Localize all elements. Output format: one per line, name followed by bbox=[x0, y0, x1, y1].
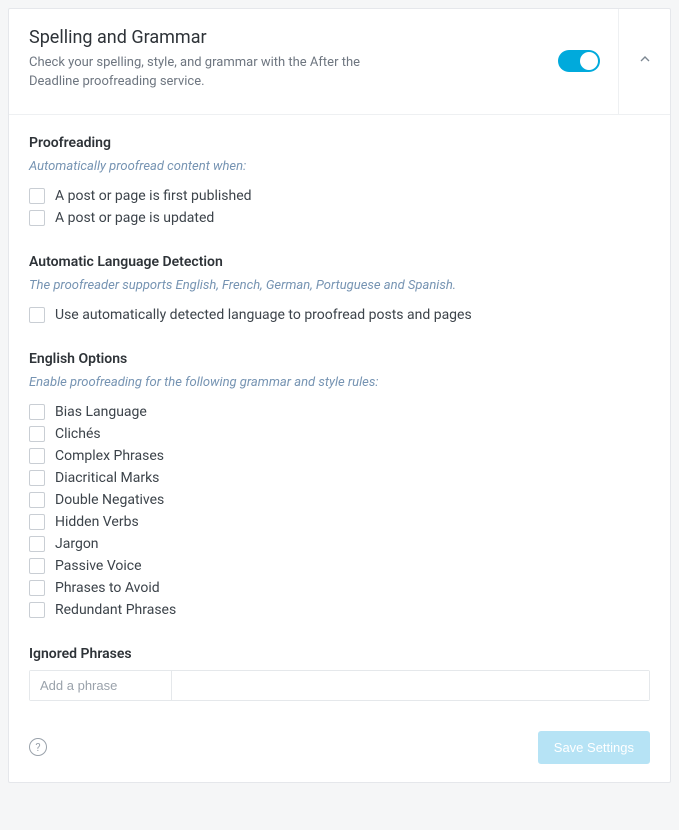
checkbox-icon bbox=[29, 188, 45, 204]
checkbox-icon bbox=[29, 536, 45, 552]
feature-toggle[interactable] bbox=[558, 50, 600, 72]
checkbox-label: A post or page is first published bbox=[55, 188, 252, 204]
checkbox-auto-detect-lang[interactable]: Use automatically detected language to p… bbox=[29, 307, 650, 323]
checkbox-post-updated[interactable]: A post or page is updated bbox=[29, 210, 650, 226]
checkbox-icon bbox=[29, 514, 45, 530]
checkbox-icon bbox=[29, 448, 45, 464]
settings-panel: Spelling and Grammar Check your spelling… bbox=[8, 8, 671, 783]
checkbox-label: Double Negatives bbox=[55, 492, 164, 508]
checkbox-icon bbox=[29, 580, 45, 596]
checkbox-icon bbox=[29, 492, 45, 508]
help-icon[interactable]: ? bbox=[29, 738, 47, 756]
checkbox-icon bbox=[29, 404, 45, 420]
checkbox-label: Use automatically detected language to p… bbox=[55, 307, 472, 323]
section-heading: Automatic Language Detection bbox=[29, 254, 650, 270]
panel-header-text: Spelling and Grammar Check your spelling… bbox=[9, 9, 540, 114]
feature-toggle-wrap bbox=[540, 9, 618, 114]
checkbox-passive-voice[interactable]: Passive Voice bbox=[29, 558, 650, 574]
checkbox-diacritical-marks[interactable]: Diacritical Marks bbox=[29, 470, 650, 486]
section-ignored-phrases: Ignored Phrases bbox=[29, 646, 650, 701]
checkbox-double-negatives[interactable]: Double Negatives bbox=[29, 492, 650, 508]
checkbox-label: Clichés bbox=[55, 426, 101, 442]
checkbox-icon bbox=[29, 602, 45, 618]
checkbox-label: A post or page is updated bbox=[55, 210, 214, 226]
ignored-phrase-row bbox=[29, 670, 650, 701]
checkbox-bias-language[interactable]: Bias Language bbox=[29, 404, 650, 420]
checkbox-complex-phrases[interactable]: Complex Phrases bbox=[29, 448, 650, 464]
chevron-up-icon bbox=[637, 51, 653, 71]
checkbox-cliches[interactable]: Clichés bbox=[29, 426, 650, 442]
checkbox-phrases-to-avoid[interactable]: Phrases to Avoid bbox=[29, 580, 650, 596]
checkbox-label: Diacritical Marks bbox=[55, 470, 159, 486]
checkbox-label: Phrases to Avoid bbox=[55, 580, 160, 596]
checkbox-post-published[interactable]: A post or page is first published bbox=[29, 188, 650, 204]
add-phrase-input[interactable] bbox=[30, 671, 172, 700]
ignored-phrase-list bbox=[172, 671, 649, 700]
checkbox-hidden-verbs[interactable]: Hidden Verbs bbox=[29, 514, 650, 530]
checkbox-label: Redundant Phrases bbox=[55, 602, 176, 618]
page-subtitle: Check your spelling, style, and grammar … bbox=[29, 54, 389, 92]
checkbox-label: Jargon bbox=[55, 536, 99, 552]
section-note: Automatically proofread content when: bbox=[29, 159, 650, 174]
save-settings-button[interactable]: Save Settings bbox=[538, 731, 650, 764]
checkbox-icon bbox=[29, 307, 45, 323]
checkbox-label: Passive Voice bbox=[55, 558, 142, 574]
section-english-options: English Options Enable proofreading for … bbox=[29, 351, 650, 618]
section-heading: Ignored Phrases bbox=[29, 646, 650, 662]
collapse-button[interactable] bbox=[618, 9, 670, 114]
checkbox-icon bbox=[29, 558, 45, 574]
checkbox-jargon[interactable]: Jargon bbox=[29, 536, 650, 552]
section-note: Enable proofreading for the following gr… bbox=[29, 375, 650, 390]
section-auto-lang: Automatic Language Detection The proofre… bbox=[29, 254, 650, 323]
panel-header: Spelling and Grammar Check your spelling… bbox=[9, 9, 670, 115]
checkbox-redundant-phrases[interactable]: Redundant Phrases bbox=[29, 602, 650, 618]
checkbox-label: Hidden Verbs bbox=[55, 514, 139, 530]
checkbox-icon bbox=[29, 426, 45, 442]
checkbox-label: Bias Language bbox=[55, 404, 147, 420]
section-heading: Proofreading bbox=[29, 135, 650, 151]
checkbox-label: Complex Phrases bbox=[55, 448, 164, 464]
section-heading: English Options bbox=[29, 351, 650, 367]
section-note: The proofreader supports English, French… bbox=[29, 278, 650, 293]
checkbox-icon bbox=[29, 210, 45, 226]
section-proofreading: Proofreading Automatically proofread con… bbox=[29, 135, 650, 226]
checkbox-icon bbox=[29, 470, 45, 486]
panel-body: Proofreading Automatically proofread con… bbox=[9, 115, 670, 719]
panel-footer: ? Save Settings bbox=[9, 719, 670, 782]
panel-header-controls bbox=[540, 9, 670, 114]
page-title: Spelling and Grammar bbox=[29, 27, 520, 48]
